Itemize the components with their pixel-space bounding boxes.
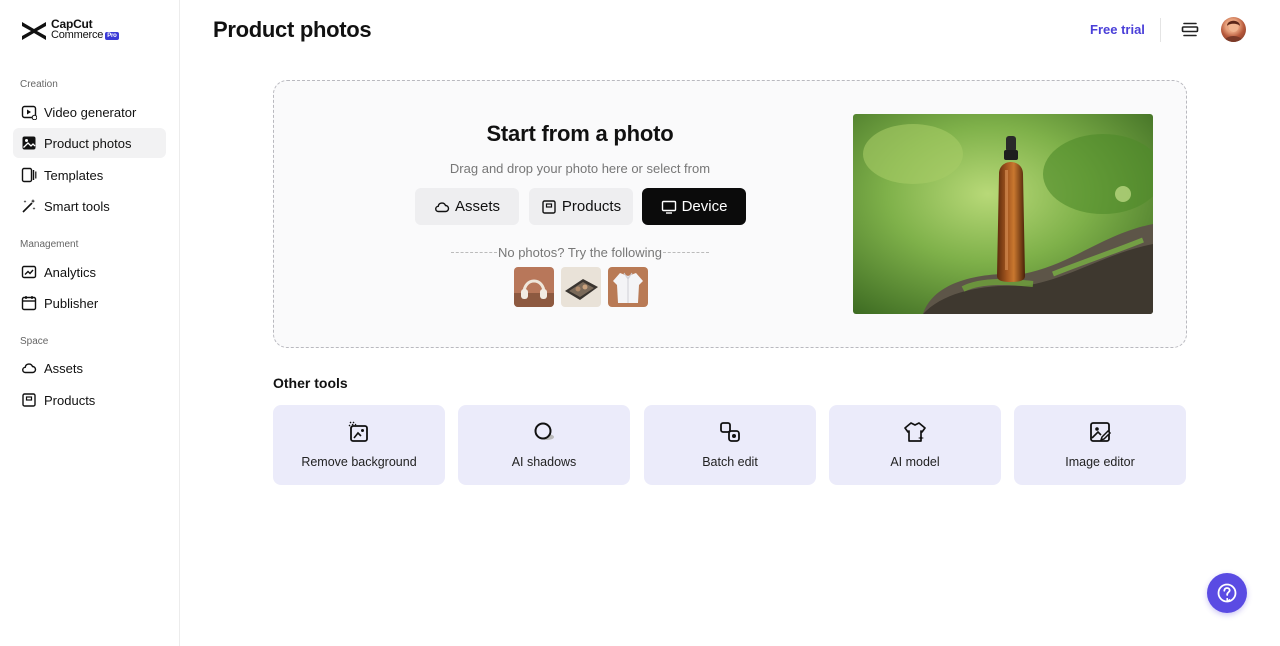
- menu-button[interactable]: [1180, 20, 1200, 40]
- divider-right: [663, 252, 709, 253]
- other-tools-title: Other tools: [273, 375, 348, 391]
- logo-line2: Commerce Pro: [51, 30, 119, 41]
- tool-ai-model[interactable]: AI model: [829, 405, 1001, 485]
- magic-wand-icon: [21, 198, 37, 214]
- tool-label: Image editor: [1065, 455, 1135, 469]
- dropzone-title: Start from a photo: [486, 121, 674, 146]
- sidebar-item-publisher[interactable]: Publisher: [13, 288, 166, 318]
- free-trial-link[interactable]: Free trial: [1090, 22, 1145, 37]
- section-label-creation: Creation: [20, 79, 58, 90]
- capcut-logo-icon: [22, 22, 46, 40]
- logo-text: CapCut Commerce Pro: [51, 18, 119, 41]
- monitor-icon: [661, 199, 677, 215]
- photo-dropzone[interactable]: Start from a photo Drag and drop your ph…: [273, 80, 1187, 348]
- sample-photo-shirt[interactable]: [608, 267, 648, 307]
- sidebar-item-label: Templates: [44, 167, 104, 183]
- help-button[interactable]: [1207, 573, 1247, 613]
- sidebar-item-label: Publisher: [44, 295, 99, 311]
- hero-product-image: [853, 114, 1153, 314]
- sample-photo-palette[interactable]: [561, 267, 601, 307]
- no-photos-text: No photos? Try the following: [497, 245, 663, 260]
- device-source-button[interactable]: Device: [642, 188, 746, 225]
- avatar[interactable]: [1221, 17, 1246, 42]
- sidebar-item-assets[interactable]: Assets: [13, 353, 166, 383]
- tool-label: Remove background: [301, 455, 417, 469]
- section-label-management: Management: [20, 239, 79, 250]
- box-icon: [541, 199, 557, 215]
- cloud-icon: [21, 360, 37, 376]
- sidebar-item-label: Products: [44, 392, 96, 408]
- chart-icon: [21, 264, 37, 280]
- sidebar-item-label: Analytics: [44, 264, 97, 280]
- sidebar-item-analytics[interactable]: Analytics: [13, 257, 166, 287]
- logo-line2-text: Commerce: [51, 29, 104, 41]
- page-title: Product photos: [213, 17, 372, 42]
- image-edit-icon: [1088, 420, 1112, 444]
- box-icon: [21, 392, 37, 408]
- sidebar-item-templates[interactable]: Templates: [13, 160, 166, 190]
- products-source-button[interactable]: Products: [529, 188, 633, 225]
- dropzone-subtitle: Drag and drop your photo here or select …: [449, 161, 711, 176]
- sidebar-item-products[interactable]: Products: [13, 385, 166, 415]
- templates-icon: [21, 167, 37, 183]
- sidebar-item-label: Video generator: [44, 104, 137, 120]
- sidebar-item-label: Product photos: [44, 135, 132, 151]
- tool-label: AI model: [890, 455, 940, 469]
- menu-icon: [1181, 22, 1199, 37]
- sidebar-item-smart-tools[interactable]: Smart tools: [13, 191, 166, 221]
- tool-label: Batch edit: [702, 455, 758, 469]
- batch-edit-icon: [718, 420, 742, 444]
- header-divider: [1160, 18, 1161, 42]
- tool-remove-background[interactable]: Remove background: [273, 405, 445, 485]
- assets-button-label: Assets: [454, 198, 500, 215]
- ai-model-icon: [903, 420, 927, 444]
- tool-image-editor[interactable]: Image editor: [1014, 405, 1186, 485]
- calendar-icon: [21, 295, 37, 311]
- section-label-space: Space: [20, 336, 49, 347]
- sidebar-item-video-generator[interactable]: Video generator: [13, 97, 166, 127]
- avatar-image: [1224, 20, 1243, 42]
- pro-badge: Pro: [105, 32, 119, 40]
- assets-source-button[interactable]: Assets: [415, 188, 519, 225]
- shadow-icon: [532, 420, 556, 444]
- remove-background-icon: [347, 420, 371, 444]
- image-icon: [21, 135, 37, 151]
- tool-batch-edit[interactable]: Batch edit: [644, 405, 816, 485]
- tool-label: AI shadows: [511, 455, 577, 469]
- sidebar-item-product-photos[interactable]: Product photos: [13, 128, 166, 158]
- sidebar: CapCut Commerce Pro Creation Video genera…: [0, 0, 180, 646]
- capcut-commerce-logo[interactable]: CapCut Commerce Pro: [20, 18, 130, 44]
- help-icon: [1217, 583, 1237, 603]
- products-button-label: Products: [561, 198, 622, 215]
- sidebar-item-label: Smart tools: [44, 198, 110, 214]
- video-add-icon: [21, 104, 37, 120]
- tool-ai-shadows[interactable]: AI shadows: [458, 405, 630, 485]
- sample-photo-headphones[interactable]: [514, 267, 554, 307]
- sidebar-item-label: Assets: [44, 360, 84, 376]
- cloud-icon: [434, 199, 450, 215]
- device-button-label: Device: [681, 198, 728, 215]
